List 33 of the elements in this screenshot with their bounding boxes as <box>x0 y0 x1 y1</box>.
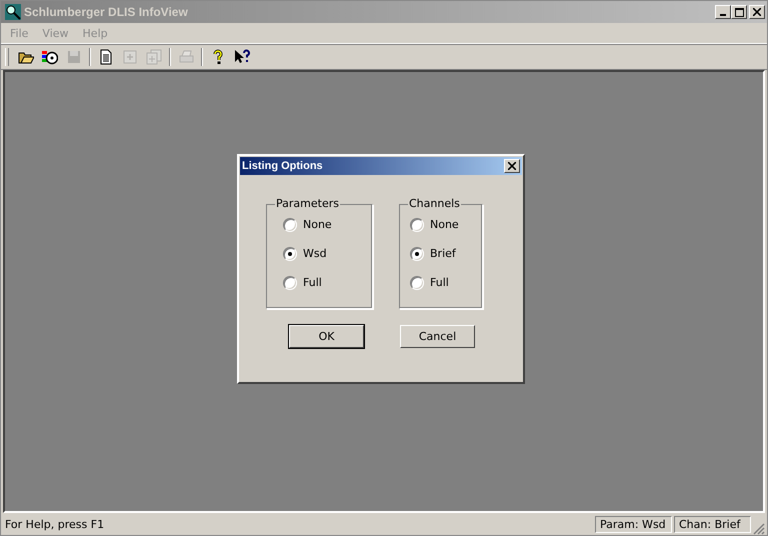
status-pane: Param: Wsd <box>595 516 672 532</box>
radio-option[interactable]: Full <box>410 273 468 292</box>
close-icon <box>508 162 516 170</box>
radio-option[interactable]: Full <box>283 273 358 292</box>
group-label: Parameters <box>275 197 340 210</box>
status-message: For Help, press F1 <box>4 518 106 530</box>
radio-button[interactable] <box>283 218 297 232</box>
dialog-button[interactable]: OK <box>289 325 364 348</box>
radio-label: None <box>303 218 332 231</box>
radio-label: Brief <box>430 247 456 260</box>
dialog-title: Listing Options <box>242 160 323 172</box>
maximize-icon <box>734 8 744 16</box>
radio-button[interactable] <box>283 246 297 260</box>
magnifier-icon <box>5 4 21 20</box>
radio-option[interactable]: Brief <box>410 244 468 263</box>
radio-option[interactable]: Wsd <box>283 244 358 263</box>
close-icon <box>753 8 761 16</box>
radio-option[interactable]: None <box>410 215 468 234</box>
radio-button[interactable] <box>410 276 424 290</box>
dialog-button[interactable]: Cancel <box>400 325 475 348</box>
group-label: Channels <box>408 197 461 210</box>
close-button[interactable] <box>504 159 520 173</box>
status-pane: Chan: Brief <box>674 516 751 532</box>
radio-label: None <box>430 218 459 231</box>
radio-button[interactable] <box>410 246 424 260</box>
radio-button[interactable] <box>283 276 297 290</box>
radio-option[interactable]: None <box>283 215 358 234</box>
radio-button[interactable] <box>410 218 424 232</box>
radio-label: Full <box>430 276 449 289</box>
resize-grip-icon[interactable] <box>753 523 765 535</box>
radio-label: Wsd <box>303 247 327 260</box>
window-title: Schlumberger DLIS InfoView <box>24 5 188 19</box>
radio-label: Full <box>303 276 322 289</box>
